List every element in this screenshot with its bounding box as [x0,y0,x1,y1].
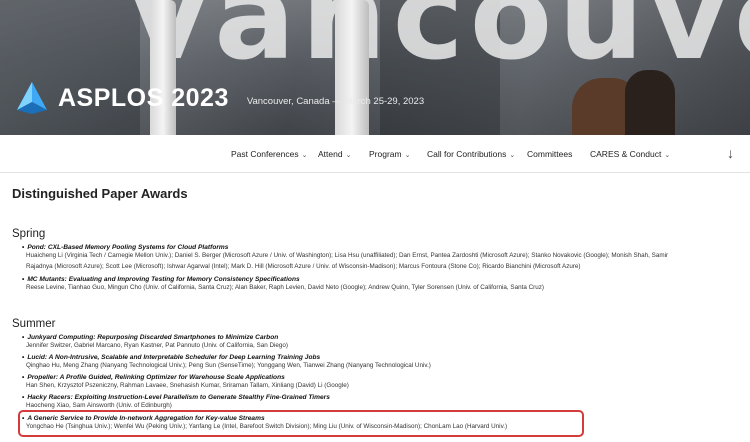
nav-item-label: Attend [318,149,343,159]
award-item: • Lucid: A Non-Intrusive, Scalable and In… [22,354,732,372]
site-logo[interactable]: ASPLOS 2023 Vancouver, Canada — March 25… [14,80,424,116]
paper-title[interactable]: Hacky Racers: Exploiting Instruction-Lev… [27,394,330,401]
nav-item-attend[interactable]: Attend ⌄ [318,149,351,159]
hero-banner: vancouver co ASPLOS 2023 Vancouver, Cana… [0,0,750,135]
nav-item-past-conferences[interactable]: Past Conferences ⌄ [231,149,307,159]
nav-item-cares-conduct[interactable]: CARES & Conduct ⌄ [590,149,670,159]
nav-item-label: Program [369,149,402,159]
chevron-down-icon: ⌄ [301,152,308,159]
paper-title[interactable]: Junkyard Computing: Repurposing Discarde… [27,334,278,341]
award-item: • MC Mutants: Evaluating and Improving Te… [22,276,732,294]
section-title-summer: Summer [12,318,56,330]
main-nav: Past Conferences ⌄ Attend ⌄ Program ⌄ Call … [0,135,750,173]
nav-item-label: Call for Contributions [427,149,507,159]
nav-item-label: Committees [527,149,573,159]
paper-authors: Huaicheng Li (Virginia Tech / Carnegie M… [26,252,669,259]
page-title: Distinguished Paper Awards [12,186,188,201]
chevron-down-icon: ⌄ [509,152,516,159]
paper-authors: Han Shen, Krzysztof Pszeniczny, Rahman L… [26,382,349,389]
paper-authors: Rajadnya (Microsoft Azure); Scott Lee (M… [26,262,581,270]
nav-item-label: Past Conferences [231,149,299,159]
person-silhouette [625,70,675,135]
paper-title[interactable]: MC Mutants: Evaluating and Improving Tes… [27,276,299,283]
logo-text: ASPLOS 2023 [58,83,229,112]
section-title-spring: Spring [12,228,46,240]
paper-title[interactable]: Pond: CXL-Based Memory Pooling Systems f… [27,244,228,251]
chevron-down-icon: ⌄ [345,152,352,159]
asplos-logo-icon [17,82,47,114]
paper-authors: Jennifer Switzer, Gabriel Marcano, Ryan … [26,342,289,349]
paper-title[interactable]: Propeller: A Profile Guided, Relinking O… [27,374,284,381]
highlight-box [18,410,584,437]
chevron-down-icon: ⌄ [404,152,411,159]
award-item: • Hacky Racers: Exploiting Instruction-Le… [22,394,732,412]
paper-authors: Qinghao Hu, Meng Zhang (Nanyang Technolo… [26,362,431,369]
chevron-down-icon: ⌄ [664,152,671,159]
award-item: • Junkyard Computing: Repurposing Discard… [22,334,732,352]
nav-item-program[interactable]: Program ⌄ [369,149,410,159]
nav-item-committees[interactable]: Committees [527,149,572,159]
arrow-down-icon[interactable]: ↓ [727,145,734,161]
nav-item-call-for-contributions[interactable]: Call for Contributions ⌄ [427,149,515,159]
paper-title[interactable]: Lucid: A Non-Intrusive, Scalable and Int… [27,354,320,361]
award-item: • Pond: CXL-Based Memory Pooling Systems … [22,244,732,272]
conference-dates: Vancouver, Canada — March 25-29, 2023 [246,95,425,107]
paper-authors: Reese Levine, Tianhao Guo, Mingun Cho (U… [26,284,545,291]
nav-item-label: CARES & Conduct [590,149,662,159]
award-item: • Propeller: A Profile Guided, Relinking … [22,374,732,392]
